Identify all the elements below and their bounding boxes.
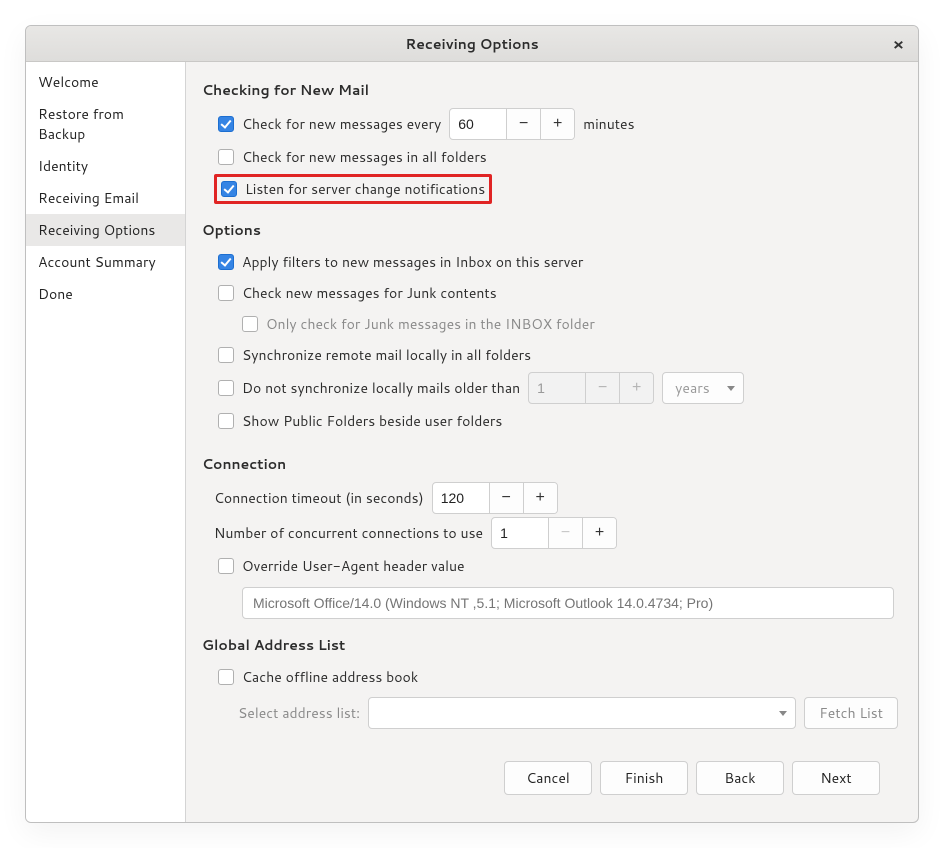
row-nosync-older: Do not synchronize locally mails older t… xyxy=(218,372,898,404)
input-concurrent[interactable] xyxy=(492,518,548,548)
sidebar-item-receiving-options[interactable]: Receiving Options xyxy=(26,214,185,246)
window-title: Receiving Options xyxy=(405,34,538,54)
label-all-folders: Check for new messages in all folders xyxy=(242,147,487,167)
sidebar-item-done[interactable]: Done xyxy=(26,278,185,310)
checkbox-cache-oab[interactable] xyxy=(218,669,234,685)
heading-gal: Global Address List xyxy=(202,635,898,655)
next-button[interactable]: Next xyxy=(792,761,880,795)
checkbox-sync-all[interactable] xyxy=(218,347,234,363)
label-junk-inbox: Only check for Junk messages in the INBO… xyxy=(266,314,595,334)
sidebar-item-receiving-email[interactable]: Receiving Email xyxy=(26,182,185,214)
row-sync-all: Synchronize remote mail locally in all f… xyxy=(218,341,898,369)
row-junk-inbox: Only check for Junk messages in the INBO… xyxy=(242,310,898,338)
content-pane: Checking for New Mail Check for new mess… xyxy=(186,62,918,822)
label-timeout: Connection timeout (in seconds) xyxy=(214,488,424,508)
close-icon[interactable]: × xyxy=(889,26,908,62)
input-nosync-older xyxy=(529,373,585,403)
chevron-down-icon xyxy=(779,711,787,716)
input-check-every[interactable] xyxy=(450,109,506,139)
row-check-every: Check for new messages every − + minutes xyxy=(218,108,898,140)
input-timeout[interactable] xyxy=(433,483,489,513)
label-concurrent: Number of concurrent connections to use xyxy=(214,523,483,543)
dialog-window: Receiving Options × Welcome Restore from… xyxy=(25,25,919,823)
label-listen: Listen for server change notifications xyxy=(245,179,485,199)
row-ua-input xyxy=(242,583,894,619)
label-minutes: minutes xyxy=(583,114,634,134)
section-options: Options Apply filters to new messages in… xyxy=(202,218,898,438)
spin-nosync-older: − + xyxy=(528,372,654,404)
titlebar: Receiving Options × xyxy=(26,26,918,62)
sidebar-item-identity[interactable]: Identity xyxy=(26,150,185,182)
highlighted-listen-row: Listen for server change notifications xyxy=(214,174,492,204)
cancel-button[interactable]: Cancel xyxy=(504,761,592,795)
dialog-body: Welcome Restore from Backup Identity Rec… xyxy=(26,62,918,822)
section-gal: Global Address List Cache offline addres… xyxy=(202,633,898,733)
label-nosync-older: Do not synchronize locally mails older t… xyxy=(242,378,520,398)
label-select-list: Select address list: xyxy=(238,703,360,723)
heading-connection: Connection xyxy=(202,454,898,474)
label-junk: Check new messages for Junk contents xyxy=(242,283,497,303)
row-junk: Check new messages for Junk contents xyxy=(218,279,898,307)
back-button[interactable]: Back xyxy=(696,761,784,795)
row-all-folders: Check for new messages in all folders xyxy=(218,143,898,171)
spin-timeout: − + xyxy=(432,482,558,514)
label-sync-all: Synchronize remote mail locally in all f… xyxy=(242,345,531,365)
spin-plus-concurrent[interactable]: + xyxy=(582,518,616,548)
label-check-every: Check for new messages every xyxy=(242,114,441,134)
checkbox-override-ua[interactable] xyxy=(218,558,234,574)
checkbox-check-every[interactable] xyxy=(218,116,234,132)
sidebar-item-welcome[interactable]: Welcome xyxy=(26,66,185,98)
label-override-ua: Override User-Agent header value xyxy=(242,556,465,576)
checkbox-nosync-older[interactable] xyxy=(218,380,234,396)
label-cache-oab: Cache offline address book xyxy=(242,667,418,687)
combo-address-list[interactable] xyxy=(368,697,796,729)
spin-plus-timeout[interactable]: + xyxy=(523,483,557,513)
label-apply-filters: Apply filters to new messages in Inbox o… xyxy=(242,252,583,272)
heading-options: Options xyxy=(202,220,898,240)
input-user-agent xyxy=(242,587,894,619)
sidebar: Welcome Restore from Backup Identity Rec… xyxy=(26,62,186,822)
section-connection: Connection Connection timeout (in second… xyxy=(202,452,898,619)
combo-nosync-unit: years xyxy=(662,372,744,404)
checkbox-listen[interactable] xyxy=(221,181,237,197)
row-timeout: Connection timeout (in seconds) − + xyxy=(214,482,898,514)
row-concurrent: Number of concurrent connections to use … xyxy=(214,517,898,549)
checkbox-apply-filters[interactable] xyxy=(218,254,234,270)
row-public-folders: Show Public Folders beside user folders xyxy=(218,407,898,435)
combo-nosync-value: years xyxy=(675,378,710,398)
spin-minus-concurrent: − xyxy=(548,518,582,548)
checkbox-all-folders[interactable] xyxy=(218,149,234,165)
spin-minus-nosync: − xyxy=(585,373,619,403)
spin-plus-nosync: + xyxy=(619,373,653,403)
section-checking: Checking for New Mail Check for new mess… xyxy=(202,78,898,204)
label-public-folders: Show Public Folders beside user folders xyxy=(242,411,502,431)
heading-checking: Checking for New Mail xyxy=(202,80,898,100)
spin-minus-timeout[interactable]: − xyxy=(489,483,523,513)
spin-plus-check-every[interactable]: + xyxy=(540,109,574,139)
checkbox-public-folders[interactable] xyxy=(218,413,234,429)
row-cache-oab: Cache offline address book xyxy=(218,663,898,691)
checkbox-junk[interactable] xyxy=(218,285,234,301)
chevron-down-icon xyxy=(727,386,735,391)
sidebar-item-account-summary[interactable]: Account Summary xyxy=(26,246,185,278)
row-apply-filters: Apply filters to new messages in Inbox o… xyxy=(218,248,898,276)
fetch-list-button[interactable]: Fetch List xyxy=(804,697,898,729)
row-select-list: Select address list: Fetch List xyxy=(238,697,898,729)
footer-buttons: Cancel Finish Back Next xyxy=(202,747,898,813)
sidebar-item-restore-backup[interactable]: Restore from Backup xyxy=(26,98,185,150)
row-override-ua: Override User-Agent header value xyxy=(218,552,898,580)
checkbox-junk-inbox[interactable] xyxy=(242,316,258,332)
spin-check-every: − + xyxy=(449,108,575,140)
spin-minus-check-every[interactable]: − xyxy=(506,109,540,139)
spin-concurrent: − + xyxy=(491,517,617,549)
finish-button[interactable]: Finish xyxy=(600,761,688,795)
